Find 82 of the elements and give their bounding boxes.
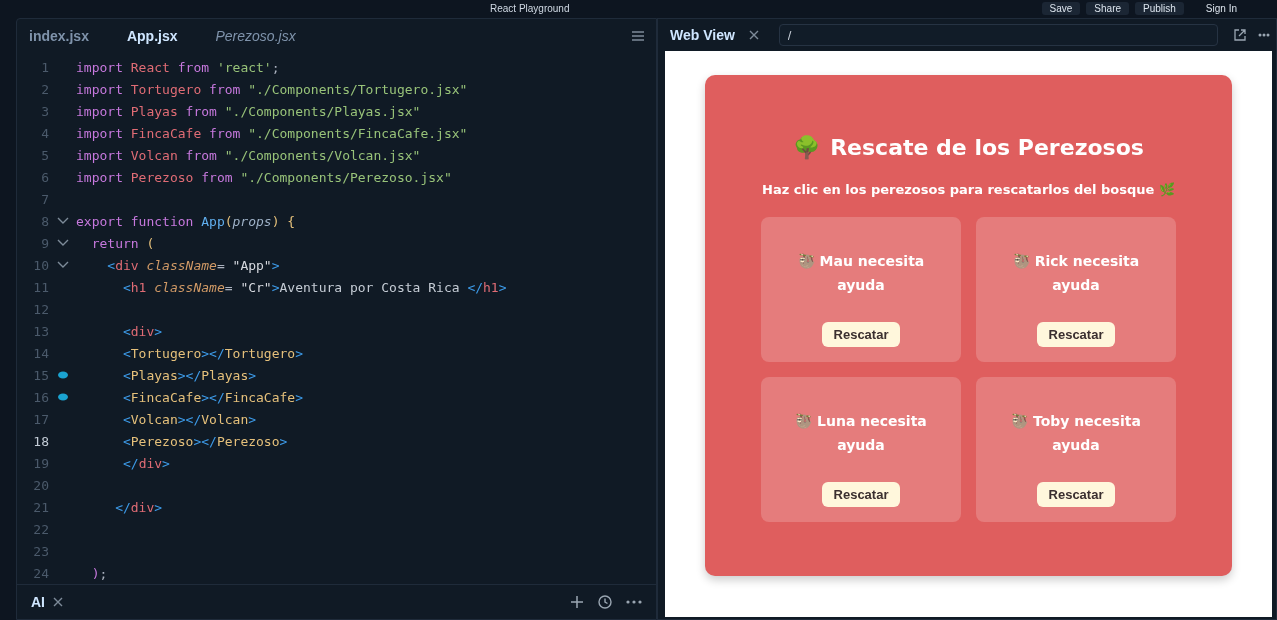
- line-number: 11: [32, 279, 49, 295]
- line-number: 16: [32, 389, 49, 405]
- page-heading: Rescate de los Perezosos: [830, 135, 1144, 160]
- code-line: import FincaCafe from "./Components/FincaCafe.jsx": [76, 125, 468, 141]
- chevron-down-icon[interactable]: [56, 239, 69, 247]
- line-number: 23: [32, 543, 49, 559]
- file-tab[interactable]: Perezoso.jsx: [213, 28, 298, 44]
- code-line: </div>: [121, 455, 170, 471]
- line-number: 3: [40, 103, 49, 119]
- line-number: 17: [32, 411, 49, 427]
- line-number: 24: [32, 565, 49, 581]
- code-line: <Volcan></Volcan>: [121, 411, 257, 427]
- line-number: 14: [32, 345, 49, 361]
- code-line: <div>: [121, 323, 163, 339]
- help-message: Mau necesita ayuda: [819, 253, 925, 293]
- code-line: import React from 'react';: [76, 59, 280, 75]
- menu-icon[interactable]: [632, 31, 644, 41]
- rescue-button[interactable]: Rescatar: [1036, 322, 1116, 347]
- sloth-emoji: 🦥: [797, 253, 815, 269]
- instruction-text: Haz clic en los perezosos para rescatarlos del bosque 🌿: [762, 182, 1175, 197]
- code-line: import Perezoso from "./Components/Perezoso.jsx": [76, 169, 452, 185]
- code-line: import Volcan from "./Components/Volcan.jsx": [76, 147, 421, 163]
- code-line: <Playas></Playas>: [121, 367, 257, 383]
- code-line: <Tortugero></Tortugero>: [121, 345, 303, 361]
- sign-in-link[interactable]: Sign In: [1205, 2, 1237, 14]
- plus-icon[interactable]: [570, 595, 584, 609]
- clock-icon[interactable]: [598, 595, 612, 609]
- code-line: import Playas from "./Components/Playas.jsx": [76, 103, 421, 119]
- sloth-emoji: 🦥: [1012, 253, 1030, 269]
- line-number: 7: [40, 191, 49, 207]
- close-icon[interactable]: [748, 30, 759, 40]
- line-number: 19: [32, 455, 49, 471]
- help-message: Luna necesita ayuda: [817, 413, 927, 453]
- line-number: 8: [40, 213, 49, 229]
- line-number: 4: [40, 125, 49, 141]
- line-number: 12: [32, 301, 49, 317]
- code-line: </div>: [114, 499, 163, 515]
- rescue-button[interactable]: Rescatar: [821, 482, 901, 507]
- help-message: Toby necesita ayuda: [1033, 413, 1141, 453]
- breakpoint-icon[interactable]: [57, 393, 68, 401]
- ai-tab[interactable]: AI: [29, 594, 47, 610]
- code-line: <Perezoso></Perezoso>: [121, 433, 288, 449]
- toolbar-button[interactable]: Publish: [1135, 1, 1184, 15]
- more-icon[interactable]: [1258, 33, 1270, 37]
- toolbar-button[interactable]: Share: [1086, 1, 1130, 15]
- url-field[interactable]: /: [778, 24, 1218, 46]
- chevron-down-icon[interactable]: [56, 261, 69, 269]
- code-line: <div className= "App">: [106, 257, 280, 273]
- code-line: return (: [90, 235, 155, 251]
- line-number: 21: [32, 499, 49, 515]
- code-line: <h1 className= "Cr">Aventura por Costa Rica </h1>: [121, 279, 507, 295]
- sloth-emoji: 🦥: [795, 413, 813, 429]
- code-line: );: [90, 565, 108, 581]
- line-number: 2: [40, 81, 49, 97]
- file-tab[interactable]: App.jsx: [124, 28, 180, 44]
- line-number: 6: [40, 169, 49, 185]
- rescue-button[interactable]: Rescatar: [1036, 482, 1116, 507]
- line-number: 9: [40, 235, 49, 251]
- app-title: React Playground: [490, 2, 570, 14]
- code-line: export function App(props) {: [76, 213, 296, 229]
- line-number: 5: [40, 147, 49, 163]
- line-number: 15: [32, 367, 49, 383]
- line-number: 20: [32, 477, 49, 493]
- help-message: Rick necesita ayuda: [1034, 253, 1140, 293]
- external-link-icon[interactable]: [1234, 29, 1246, 41]
- code-line: <FincaCafe></FincaCafe>: [121, 389, 303, 405]
- code-line: import Tortugero from "./Components/Tortugero.jsx": [76, 81, 468, 97]
- breakpoint-icon[interactable]: [57, 371, 68, 379]
- file-tab[interactable]: index.jsx: [27, 28, 91, 44]
- web-view-tab[interactable]: Web View: [668, 27, 737, 43]
- more-icon[interactable]: [626, 600, 642, 604]
- close-icon[interactable]: [53, 597, 63, 607]
- line-number: 10: [32, 257, 49, 273]
- line-number: 13: [32, 323, 49, 339]
- line-number: 1: [40, 59, 49, 75]
- tree-emoji: 🌳: [793, 135, 821, 160]
- line-number: 18: [32, 433, 49, 449]
- line-number: 22: [32, 521, 49, 537]
- rescue-button[interactable]: Rescatar: [821, 322, 901, 347]
- toolbar-button[interactable]: Save: [1041, 1, 1081, 15]
- chevron-down-icon[interactable]: [56, 217, 69, 225]
- sloth-emoji: 🦥: [1011, 413, 1029, 429]
